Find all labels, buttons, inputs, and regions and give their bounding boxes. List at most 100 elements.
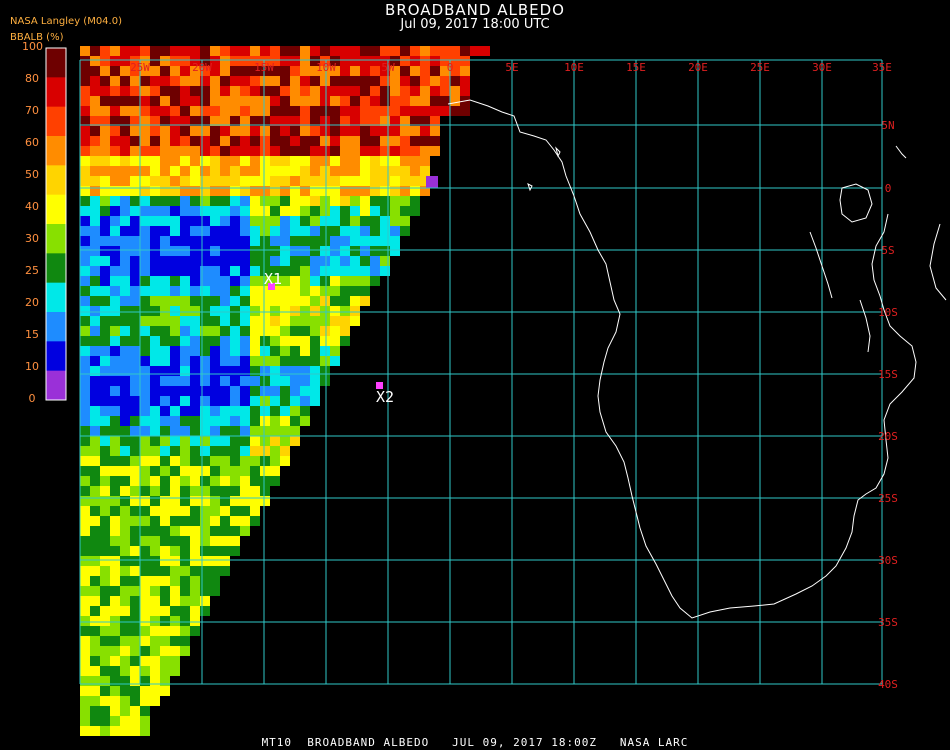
albedo-pixel <box>170 636 180 646</box>
albedo-pixel <box>320 266 330 276</box>
albedo-pixel <box>120 606 130 616</box>
albedo-pixel <box>260 206 270 216</box>
albedo-pixel <box>250 396 260 406</box>
albedo-pixel <box>110 56 120 66</box>
albedo-pixel <box>170 516 180 526</box>
albedo-pixel <box>100 246 110 256</box>
albedo-pixel <box>110 336 120 346</box>
albedo-pixel <box>240 416 250 426</box>
albedo-pixel <box>110 306 120 316</box>
albedo-pixel <box>180 56 190 66</box>
albedo-pixel <box>290 176 300 186</box>
albedo-pixel <box>170 146 180 156</box>
albedo-pixel <box>320 276 330 286</box>
albedo-pixel <box>270 316 280 326</box>
albedo-pixel <box>210 346 220 356</box>
albedo-pixel <box>150 506 160 516</box>
colorbar-segment <box>46 224 66 254</box>
albedo-pixel <box>350 66 360 76</box>
albedo-pixel <box>140 486 150 496</box>
albedo-pixel <box>130 426 140 436</box>
albedo-pixel <box>130 576 140 586</box>
albedo-pixel <box>320 156 330 166</box>
albedo-pixel <box>290 166 300 176</box>
satellite-swath <box>80 46 490 736</box>
albedo-pixel <box>120 206 130 216</box>
albedo-pixel <box>320 176 330 186</box>
albedo-pixel <box>340 106 350 116</box>
albedo-pixel <box>150 326 160 336</box>
albedo-pixel <box>170 46 180 56</box>
albedo-pixel <box>130 216 140 226</box>
albedo-pixel <box>280 136 290 146</box>
albedo-pixel <box>240 136 250 146</box>
albedo-pixel <box>150 646 160 656</box>
albedo-pixel <box>120 556 130 566</box>
albedo-pixel <box>140 696 150 706</box>
albedo-pixel <box>170 416 180 426</box>
albedo-pixel <box>220 386 230 396</box>
albedo-pixel <box>350 216 360 226</box>
albedo-pixel <box>360 106 370 116</box>
albedo-pixel <box>160 66 170 76</box>
albedo-pixel <box>110 576 120 586</box>
albedo-pixel <box>190 386 200 396</box>
albedo-pixel <box>270 446 280 456</box>
albedo-pixel <box>80 416 90 426</box>
albedo-pixel <box>140 386 150 396</box>
albedo-pixel <box>180 306 190 316</box>
albedo-pixel <box>130 206 140 216</box>
albedo-pixel <box>130 126 140 136</box>
albedo-pixel <box>280 316 290 326</box>
albedo-pixel <box>130 586 140 596</box>
albedo-pixel <box>260 106 270 116</box>
albedo-pixel <box>210 506 220 516</box>
albedo-pixel <box>260 336 270 346</box>
albedo-pixel <box>390 156 400 166</box>
albedo-pixel <box>110 386 120 396</box>
albedo-pixel <box>210 476 220 486</box>
albedo-pixel <box>140 256 150 266</box>
albedo-pixel <box>100 206 110 216</box>
albedo-pixel <box>110 556 120 566</box>
albedo-pixel <box>150 696 160 706</box>
albedo-pixel <box>90 546 100 556</box>
albedo-pixel <box>250 76 260 86</box>
albedo-pixel <box>210 46 220 56</box>
albedo-pixel <box>270 126 280 136</box>
albedo-pixel <box>240 56 250 66</box>
albedo-pixel <box>130 726 140 736</box>
albedo-pixel <box>170 196 180 206</box>
albedo-pixel <box>100 456 110 466</box>
albedo-pixel <box>90 106 100 116</box>
albedo-pixel <box>170 626 180 636</box>
albedo-pixel <box>120 96 130 106</box>
albedo-pixel <box>290 76 300 86</box>
albedo-pixel <box>210 176 220 186</box>
albedo-pixel <box>100 196 110 206</box>
albedo-pixel <box>160 276 170 286</box>
albedo-pixel <box>100 716 110 726</box>
albedo-pixel <box>170 136 180 146</box>
albedo-pixel <box>180 436 190 446</box>
albedo-pixel <box>110 666 120 676</box>
albedo-pixel <box>170 86 180 96</box>
albedo-pixel <box>280 126 290 136</box>
albedo-pixel <box>110 706 120 716</box>
albedo-pixel <box>80 106 90 116</box>
albedo-pixel <box>290 206 300 216</box>
albedo-pixel <box>150 306 160 316</box>
albedo-pixel <box>150 636 160 646</box>
albedo-pixel <box>210 236 220 246</box>
albedo-pixel <box>140 416 150 426</box>
albedo-pixel <box>430 136 440 146</box>
colorbar-segment <box>46 253 66 284</box>
albedo-pixel <box>370 136 380 146</box>
albedo-pixel <box>310 86 320 96</box>
albedo-pixel <box>280 206 290 216</box>
albedo-pixel <box>230 296 240 306</box>
albedo-pixel <box>350 246 360 256</box>
albedo-pixel <box>170 326 180 336</box>
albedo-pixel <box>300 46 310 56</box>
albedo-pixel <box>110 726 120 736</box>
